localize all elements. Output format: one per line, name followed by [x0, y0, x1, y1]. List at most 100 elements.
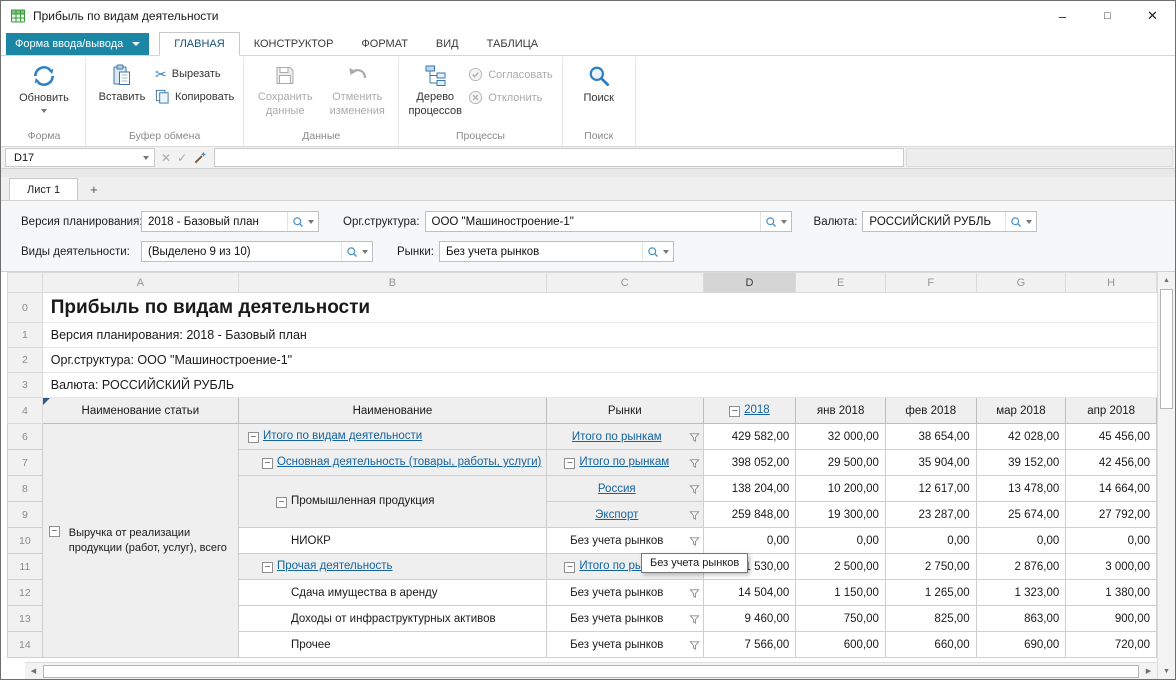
cell-value[interactable]: 2 750,00	[885, 554, 976, 580]
cell-value[interactable]: 900,00	[1066, 606, 1157, 632]
chevron-down-icon[interactable]	[308, 220, 314, 224]
info-org-cell[interactable]: Орг.структура: ООО "Машиностроение-1"	[42, 348, 1156, 373]
report-title-cell[interactable]: Прибыль по видам деятельности	[42, 293, 1156, 323]
cut-button[interactable]: ✂ Вырезать	[155, 67, 234, 81]
activity-link[interactable]: Итого по видам деятельности	[263, 430, 422, 442]
row-header[interactable]: 10	[8, 528, 43, 554]
search-icon[interactable]	[292, 216, 304, 228]
market-link[interactable]: Итого по рынкам	[579, 456, 669, 468]
close-button[interactable]: ✕	[1130, 1, 1175, 31]
tab-glavnaya[interactable]: ГЛАВНАЯ	[159, 32, 239, 56]
header-article[interactable]: Наименование статьи	[42, 398, 238, 424]
filter-funnel-icon[interactable]	[689, 588, 700, 599]
cell-name[interactable]: Сдача имущества в аренду	[238, 580, 546, 606]
cell-value[interactable]: 42 028,00	[976, 424, 1066, 450]
chevron-down-icon[interactable]	[362, 250, 368, 254]
scrollbar-thumb[interactable]	[1160, 289, 1173, 409]
cell-name[interactable]: Доходы от инфраструктурных активов	[238, 606, 546, 632]
header-year[interactable]: 2018	[703, 398, 796, 424]
cell-market[interactable]: Без учета рынков	[546, 528, 703, 554]
cell-value[interactable]: 2 876,00	[976, 554, 1066, 580]
cell-value[interactable]: 600,00	[796, 632, 886, 658]
cell-value[interactable]: 10 200,00	[796, 476, 886, 502]
cell-name[interactable]: Прочая деятельность	[238, 554, 546, 580]
currency-filter-input[interactable]: РОССИЙСКИЙ РУБЛЬ	[862, 211, 1037, 232]
row-header[interactable]: 14	[8, 632, 43, 658]
search-icon[interactable]	[647, 246, 659, 258]
row-header[interactable]: 0	[8, 293, 43, 323]
market-link[interactable]: Экспорт	[595, 509, 638, 521]
chevron-down-icon[interactable]	[143, 156, 149, 160]
org-filter-input[interactable]: ООО "Машиностроение-1"	[425, 211, 792, 232]
search-button[interactable]: Поиск	[568, 57, 630, 106]
cell-name[interactable]: Итого по видам деятельности	[238, 424, 546, 450]
row-header[interactable]: 4	[8, 398, 43, 424]
cell-name[interactable]: Основная деятельность (товары, работы, у…	[238, 450, 546, 476]
cell-value[interactable]: 0,00	[796, 528, 886, 554]
filter-funnel-icon[interactable]	[689, 614, 700, 625]
cell-value[interactable]: 0,00	[1066, 528, 1157, 554]
scroll-right-icon[interactable]: ▶	[1140, 663, 1157, 679]
search-icon[interactable]	[346, 246, 358, 258]
filter-funnel-icon[interactable]	[689, 432, 700, 443]
row-header[interactable]: 1	[8, 323, 43, 348]
tab-vid[interactable]: ВИД	[422, 33, 473, 55]
cell-value[interactable]: 9 460,00	[703, 606, 796, 632]
cell-value[interactable]: 19 300,00	[796, 502, 886, 528]
scroll-left-icon[interactable]: ◀	[25, 663, 42, 679]
maximize-button[interactable]: □	[1085, 1, 1130, 31]
cell-value[interactable]: 42 456,00	[1066, 450, 1157, 476]
cell-value[interactable]: 1 150,00	[796, 580, 886, 606]
cell-name-box[interactable]: D17	[5, 148, 155, 167]
cell-name[interactable]: Прочее	[238, 632, 546, 658]
cell-value[interactable]: 23 287,00	[885, 502, 976, 528]
header-markets[interactable]: Рынки	[546, 398, 703, 424]
cell-value[interactable]: 39 152,00	[976, 450, 1066, 476]
search-icon[interactable]	[765, 216, 777, 228]
scrollbar-thumb[interactable]	[43, 665, 1139, 678]
chevron-down-icon[interactable]	[663, 250, 669, 254]
markets-filter-input[interactable]: Без учета рынков	[439, 241, 674, 262]
process-tree-button[interactable]: Дерево процессов	[404, 57, 466, 119]
cell-value[interactable]: 0,00	[703, 528, 796, 554]
paste-button[interactable]: Вставить	[91, 57, 153, 105]
cell-value[interactable]: 863,00	[976, 606, 1066, 632]
row-header[interactable]: 2	[8, 348, 43, 373]
activity-link[interactable]: Основная деятельность (товары, работы, у…	[277, 456, 541, 468]
cell-market[interactable]: Россия	[546, 476, 703, 502]
cell-name[interactable]: НИОКР	[238, 528, 546, 554]
cell-market[interactable]: Без учета рынков	[546, 606, 703, 632]
cell-market[interactable]: Без учета рынков	[546, 580, 703, 606]
collapse-icon[interactable]	[49, 526, 60, 537]
cell-value[interactable]: 660,00	[885, 632, 976, 658]
header-month[interactable]: янв 2018	[796, 398, 886, 424]
tab-tablitsa[interactable]: ТАБЛИЦА	[473, 33, 553, 55]
cell-value[interactable]: 0,00	[976, 528, 1066, 554]
formula-wizard-wand-icon[interactable]	[193, 150, 208, 165]
column-header-c[interactable]: C	[546, 273, 703, 293]
collapse-icon[interactable]	[276, 497, 287, 508]
column-header-b[interactable]: B	[238, 273, 546, 293]
info-version-cell[interactable]: Версия планирования: 2018 - Базовый план	[42, 323, 1156, 348]
cancel-entry-icon[interactable]: ✕	[161, 152, 171, 164]
column-header-a[interactable]: A	[42, 273, 238, 293]
add-sheet-button[interactable]: +	[78, 179, 110, 200]
filter-funnel-icon[interactable]	[689, 484, 700, 495]
cell-value[interactable]: 14 664,00	[1066, 476, 1157, 502]
sheet-tab-list1[interactable]: Лист 1	[9, 178, 78, 200]
minimize-button[interactable]: –	[1040, 1, 1085, 31]
row-header[interactable]: 3	[8, 373, 43, 398]
refresh-button[interactable]: Обновить	[8, 57, 80, 113]
scroll-down-icon[interactable]: ▼	[1158, 663, 1175, 679]
cell-value[interactable]: 720,00	[1066, 632, 1157, 658]
row-header[interactable]: 12	[8, 580, 43, 606]
collapse-icon[interactable]	[564, 562, 575, 573]
cell-market[interactable]: Итого по рынкам	[546, 450, 703, 476]
filter-funnel-icon[interactable]	[689, 640, 700, 651]
market-link[interactable]: Россия	[598, 483, 636, 495]
header-month[interactable]: фев 2018	[885, 398, 976, 424]
collapse-icon[interactable]	[729, 406, 740, 417]
cell-value[interactable]: 1 265,00	[885, 580, 976, 606]
cell-value[interactable]: 27 792,00	[1066, 502, 1157, 528]
cell-value[interactable]: 750,00	[796, 606, 886, 632]
